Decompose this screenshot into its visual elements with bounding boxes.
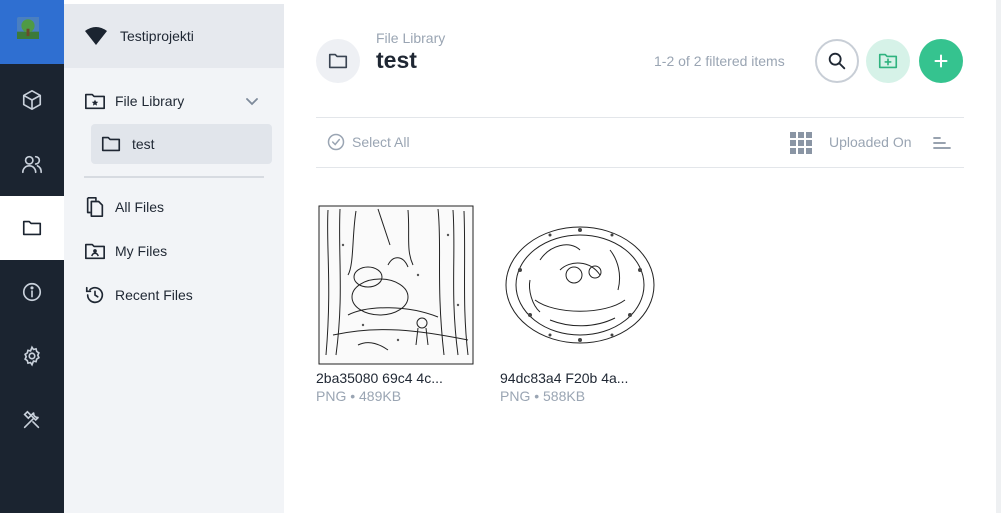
cube-icon bbox=[22, 90, 42, 110]
select-all-label: Select All bbox=[352, 134, 410, 150]
scrollbar[interactable] bbox=[996, 0, 1001, 513]
nav-cube-button[interactable] bbox=[0, 68, 64, 132]
sidebar: Testiprojekti File Library test All File… bbox=[64, 4, 284, 513]
sidebar-item-all-files[interactable]: All Files bbox=[84, 196, 164, 218]
info-icon bbox=[22, 282, 42, 302]
project-logo-image bbox=[17, 17, 47, 47]
tools-icon bbox=[23, 410, 40, 429]
files-copy-icon bbox=[86, 197, 104, 217]
nav-info-button[interactable] bbox=[0, 260, 64, 324]
sidebar-item-label: All Files bbox=[115, 199, 165, 215]
folder-icon bbox=[328, 53, 348, 69]
nav-tools-button[interactable] bbox=[0, 388, 64, 452]
project-wifi-icon bbox=[85, 27, 107, 45]
icon-rail bbox=[0, 0, 64, 513]
sidebar-item-label: File Library bbox=[115, 93, 185, 109]
sort-dropdown[interactable]: Uploaded On bbox=[829, 134, 912, 150]
breadcrumb[interactable]: File Library bbox=[376, 30, 445, 46]
user-folder-icon bbox=[85, 243, 105, 260]
sidebar-item-recent-files[interactable]: Recent Files bbox=[84, 284, 193, 306]
gear-icon bbox=[24, 345, 40, 367]
sidebar-item-label: test bbox=[132, 136, 155, 152]
project-name: Testiprojekti bbox=[120, 28, 194, 44]
sidebar-divider bbox=[84, 176, 264, 178]
nav-files-button[interactable] bbox=[0, 196, 64, 260]
new-folder-button[interactable] bbox=[866, 39, 910, 83]
page-title: test bbox=[376, 47, 417, 73]
file-name: 2ba35080 69c4 4c... bbox=[316, 370, 443, 386]
toolbar: Select All Uploaded On bbox=[316, 117, 964, 168]
nav-settings-button[interactable] bbox=[0, 324, 64, 388]
grid-view-icon[interactable] bbox=[790, 132, 812, 154]
file-meta: PNG • 588KB bbox=[500, 388, 586, 404]
users-icon bbox=[22, 155, 42, 174]
sidebar-item-my-files[interactable]: My Files bbox=[84, 240, 167, 262]
main-content: File Library test 1-2 of 2 filtered item… bbox=[284, 4, 996, 513]
search-icon bbox=[828, 52, 846, 70]
file-meta: PNG • 489KB bbox=[316, 388, 402, 404]
app: Testiprojekti File Library test All File… bbox=[0, 0, 1001, 513]
search-button[interactable] bbox=[815, 39, 859, 83]
logo-button[interactable] bbox=[0, 0, 64, 64]
title-folder-badge bbox=[316, 39, 360, 83]
plus-icon bbox=[934, 54, 948, 68]
folder-icon bbox=[22, 220, 42, 236]
sidebar-item-label: My Files bbox=[115, 243, 168, 259]
add-file-button[interactable] bbox=[919, 39, 963, 83]
starred-folder-icon bbox=[85, 93, 105, 110]
file-thumbnail[interactable] bbox=[500, 204, 660, 366]
sidebar-item-test-folder[interactable]: test bbox=[91, 124, 272, 164]
sidebar-item-label: Recent Files bbox=[115, 287, 193, 303]
sort-icon[interactable] bbox=[932, 133, 952, 153]
folder-icon bbox=[101, 136, 121, 152]
select-all-button[interactable]: Select All bbox=[326, 132, 410, 152]
nav-users-button[interactable] bbox=[0, 132, 64, 196]
file-name: 94dc83a4 F20b 4a... bbox=[500, 370, 629, 386]
chevron-down-icon[interactable] bbox=[245, 94, 259, 108]
sidebar-item-file-library[interactable]: File Library bbox=[84, 90, 184, 112]
folder-plus-icon bbox=[878, 53, 898, 69]
item-count: 1-2 of 2 filtered items bbox=[654, 53, 785, 69]
file-card[interactable]: 2ba35080 69c4 4c... PNG • 489KB bbox=[316, 204, 476, 404]
file-thumbnail[interactable] bbox=[316, 204, 476, 366]
file-card[interactable]: 94dc83a4 F20b 4a... PNG • 588KB bbox=[500, 204, 660, 404]
check-circle-icon bbox=[327, 133, 345, 151]
history-icon bbox=[85, 286, 104, 304]
project-switcher[interactable]: Testiprojekti bbox=[64, 4, 284, 68]
